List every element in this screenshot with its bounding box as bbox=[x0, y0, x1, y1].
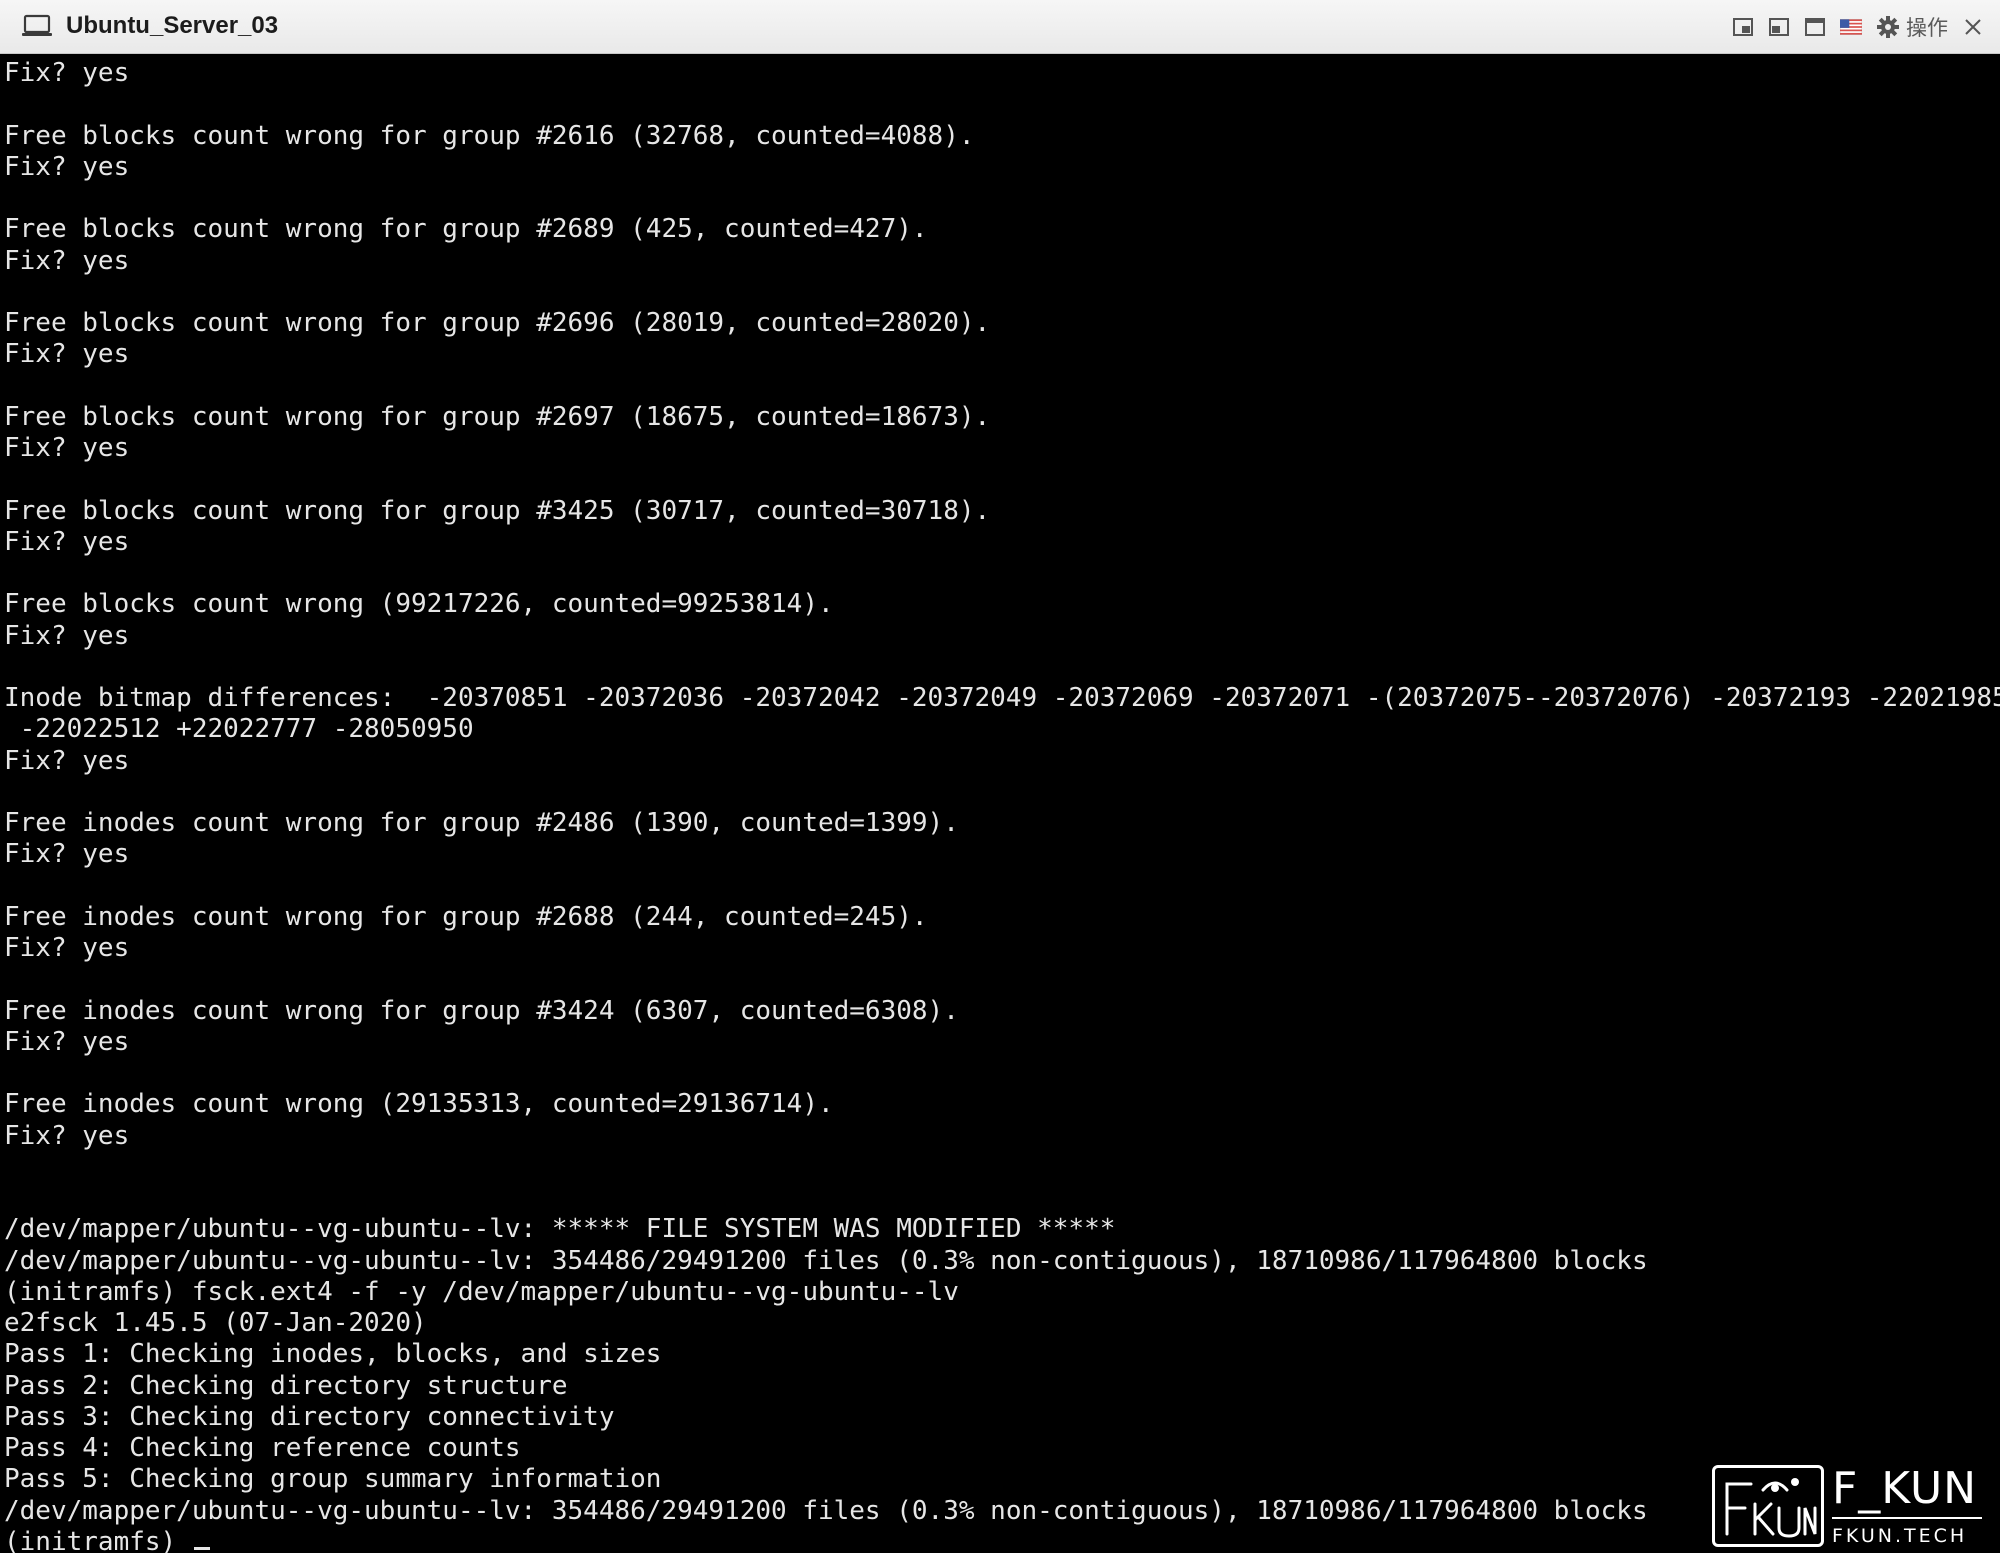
operations-menu[interactable]: 操作 bbox=[1876, 12, 1948, 42]
close-icon[interactable] bbox=[1962, 16, 1984, 38]
terminal-line: Pass 3: Checking directory connectivity bbox=[4, 1401, 615, 1432]
fkun-logo-icon bbox=[1712, 1465, 1824, 1547]
restore-icon[interactable] bbox=[1768, 16, 1790, 38]
console-window: Ubuntu_Server_03 操作 Fix? yes Free blocks… bbox=[0, 0, 2000, 1553]
watermark-brand: F_KUN bbox=[1832, 1463, 1978, 1514]
terminal-line: e2fsck 1.45.5 (07-Jan-2020) bbox=[4, 1308, 427, 1338]
operations-label: 操作 bbox=[1906, 16, 1948, 40]
watermark-divider bbox=[1832, 1517, 1982, 1519]
terminal-line: Fix? yes bbox=[4, 339, 130, 370]
terminal-line: Fix? yes bbox=[4, 1120, 130, 1151]
terminal-line: Free blocks count wrong for group #3425 … bbox=[4, 495, 991, 526]
terminal-line: Free blocks count wrong for group #2697 … bbox=[4, 401, 991, 432]
terminal-line: Fix? yes bbox=[4, 1026, 130, 1057]
console-window-icon bbox=[22, 13, 52, 39]
terminal-line: /dev/mapper/ubuntu--vg-ubuntu--lv: *****… bbox=[4, 1214, 1116, 1245]
terminal-line: Pass 4: Checking reference counts bbox=[4, 1433, 521, 1463]
terminal-line: Free inodes count wrong (29135313, count… bbox=[4, 1089, 834, 1120]
terminal-line: /dev/mapper/ubuntu--vg-ubuntu--lv: 35448… bbox=[4, 1495, 1648, 1526]
terminal-line: -22022512 +22022777 -28050950 bbox=[4, 714, 474, 745]
window-title: Ubuntu_Server_03 bbox=[66, 12, 279, 39]
terminal-line: Pass 5: Checking group summary informati… bbox=[4, 1464, 662, 1495]
terminal-prompt: (initramfs) bbox=[4, 1526, 192, 1553]
terminal-line: Fix? yes bbox=[4, 745, 130, 776]
terminal-prompt-line[interactable]: (initramfs) bbox=[4, 1527, 2000, 1553]
terminal-line: Fix? yes bbox=[4, 526, 130, 557]
terminal-line: Free blocks count wrong (99217226, count… bbox=[4, 589, 834, 620]
title-bar: Ubuntu_Server_03 操作 bbox=[0, 0, 2000, 54]
title-bar-controls: 操作 bbox=[1732, 12, 1984, 42]
terminal-line: Free inodes count wrong for group #2688 … bbox=[4, 901, 928, 932]
terminal-line: Inode bitmap differences: -20370851 -203… bbox=[4, 683, 2000, 713]
terminal-line: Free inodes count wrong for group #2486 … bbox=[4, 808, 959, 838]
pip-icon[interactable] bbox=[1732, 16, 1754, 38]
terminal-line: (initramfs) fsck.ext4 -f -y /dev/mapper/… bbox=[4, 1276, 959, 1307]
terminal-line: Fix? yes bbox=[4, 151, 130, 182]
terminal-line: Fix? yes bbox=[4, 839, 130, 870]
terminal-screen[interactable]: Fix? yes Free blocks count wrong for grou… bbox=[0, 54, 2000, 1553]
terminal-line: Free blocks count wrong for group #2616 … bbox=[4, 120, 975, 151]
terminal-line: Fix? yes bbox=[4, 620, 130, 651]
terminal-line: Fix? yes bbox=[4, 58, 130, 88]
terminal-line: Pass 1: Checking inodes, blocks, and siz… bbox=[4, 1339, 662, 1370]
terminal-line: Free blocks count wrong for group #2696 … bbox=[4, 308, 991, 338]
gear-icon bbox=[1877, 16, 1899, 38]
maximize-icon[interactable] bbox=[1804, 16, 1826, 38]
terminal-line: Fix? yes bbox=[4, 245, 130, 276]
terminal-line: Free blocks count wrong for group #2689 … bbox=[4, 214, 928, 245]
terminal-cursor bbox=[193, 1546, 210, 1550]
watermark: F_KUN FKUN.TECH bbox=[1712, 1465, 1982, 1547]
terminal-line: Fix? yes bbox=[4, 933, 130, 963]
flag-us-icon[interactable] bbox=[1840, 16, 1862, 38]
terminal-line: /dev/mapper/ubuntu--vg-ubuntu--lv: 35448… bbox=[4, 1245, 1648, 1276]
terminal-output: Fix? yes Free blocks count wrong for grou… bbox=[4, 58, 2000, 1553]
terminal-line: Fix? yes bbox=[4, 433, 130, 463]
watermark-site: FKUN.TECH bbox=[1832, 1525, 1968, 1547]
terminal-line: Free inodes count wrong for group #3424 … bbox=[4, 995, 959, 1026]
terminal-line: Pass 2: Checking directory structure bbox=[4, 1370, 568, 1401]
